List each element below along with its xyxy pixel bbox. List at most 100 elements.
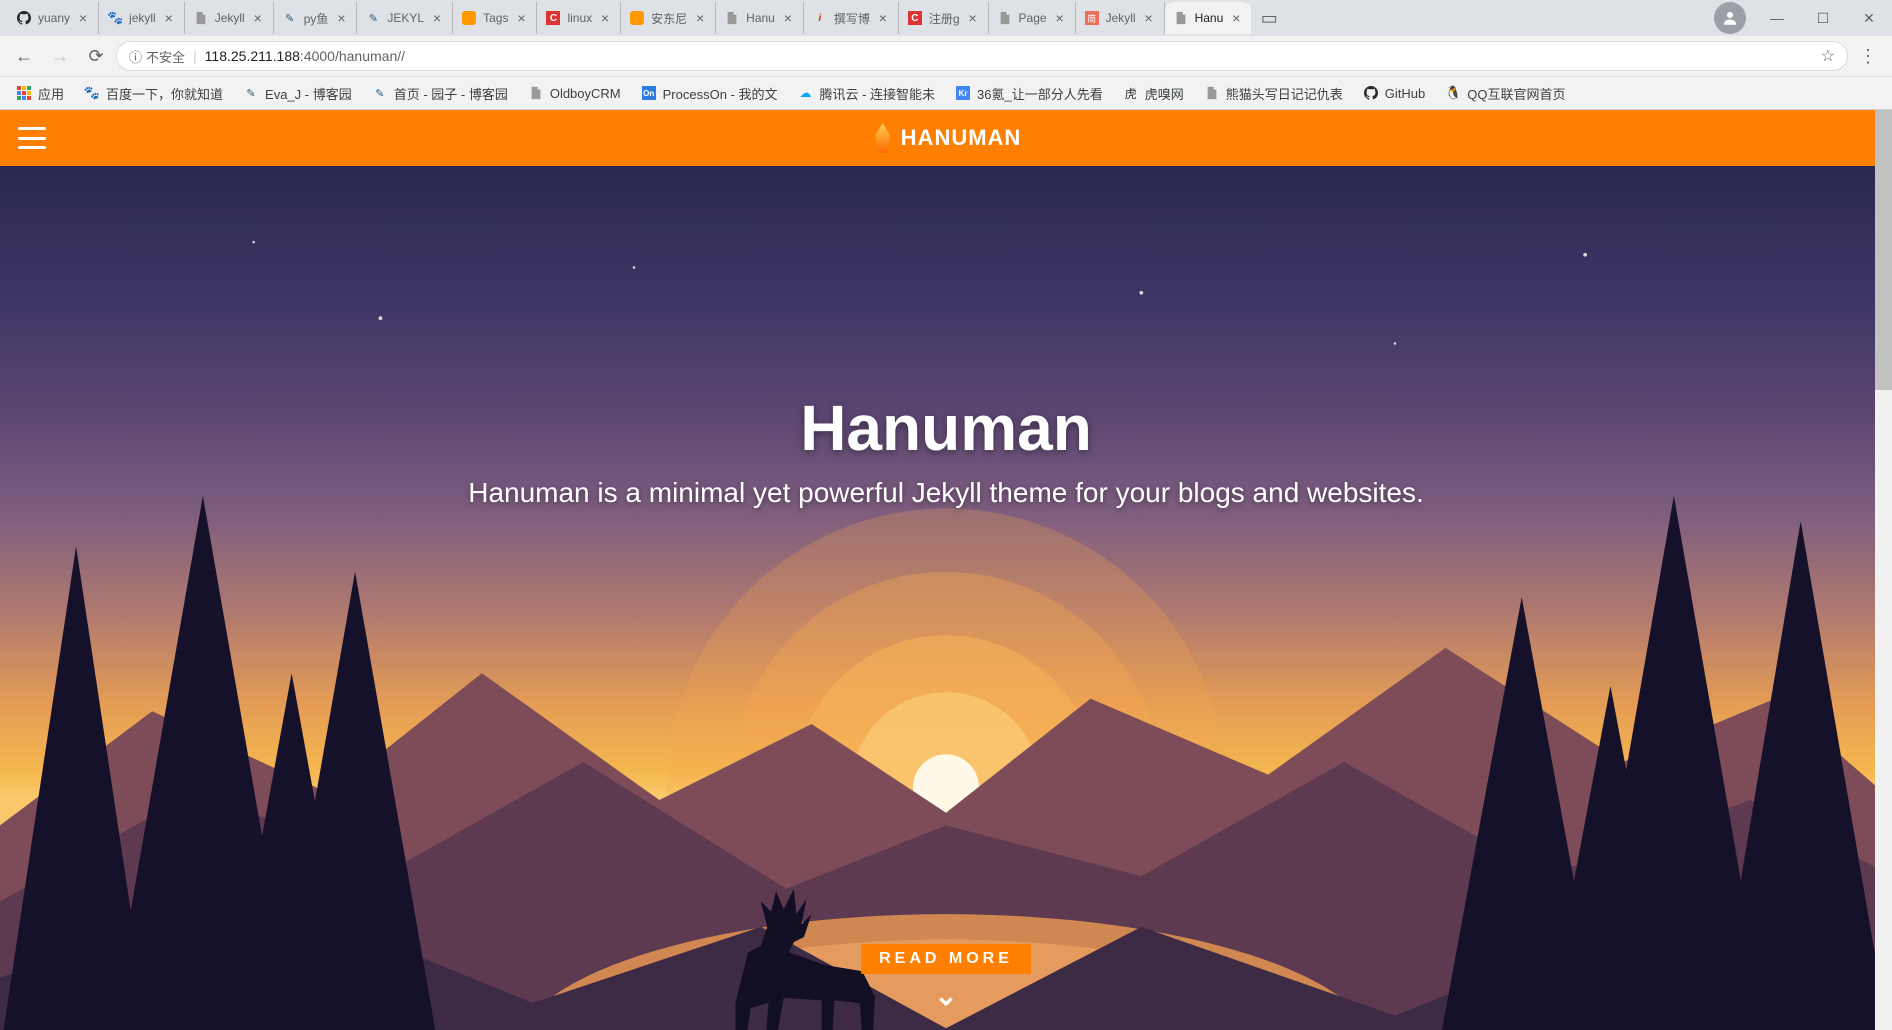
tab-close-icon[interactable]: × [334,11,348,25]
read-more-button[interactable]: READ MORE [861,944,1031,974]
bookmark-label: 首页 - 园子 - 博客园 [394,84,508,103]
reload-button[interactable]: ⟳ [80,40,112,72]
browser-tab[interactable]: Hanu × [1165,2,1252,34]
tab-close-icon[interactable]: × [781,11,795,25]
tab-favicon-icon: 简 [1084,10,1100,26]
bookmark-item[interactable]: ✎Eva_J - 博客园 [235,80,360,107]
tab-title: Tags [483,11,508,25]
tab-close-icon[interactable]: × [1229,11,1243,25]
tab-close-icon[interactable]: × [76,11,90,25]
hero-text: Hanuman Hanuman is a minimal yet powerfu… [0,391,1892,509]
bookmark-favicon-icon: ☁ [797,85,813,101]
tab-title: JEKYL [387,11,424,25]
bookmark-item[interactable]: OldboyCRM [520,81,629,105]
tab-close-icon[interactable]: × [430,11,444,25]
tab-favicon-icon: ✎ [282,10,298,26]
forward-button[interactable]: → [44,40,76,72]
tab-favicon-icon: C [545,10,561,26]
insecure-label: 不安全 [146,47,185,66]
bookmark-item[interactable]: OnProcessOn - 我的文 [633,80,786,107]
tab-title: 安东尼 [651,10,687,27]
address-bar[interactable]: ⓘ 不安全 | 118.25.211.188:4000/hanuman// ☆ [116,41,1848,71]
browser-tab[interactable]: 简 Jekyll × [1076,2,1165,34]
bookmarks-bar: 应用 🐾百度一下，你就知道✎Eva_J - 博客园 ✎ 首页 - 园子 - 博客园 Ol… [0,76,1892,110]
new-tab-button[interactable]: ▭ [1255,4,1283,32]
browser-tab[interactable]: ✎ py鱼 × [274,2,358,34]
bookmark-item[interactable]: ✎ 首页 - 园子 - 博客园 [364,80,516,107]
bookmark-label: ProcessOn - 我的文 [663,84,778,103]
tab-close-icon[interactable]: × [693,11,707,25]
browser-tab[interactable]: Tags × [453,2,537,34]
bookmark-item[interactable]: Kr36氪_让一部分人先看 [947,80,1111,107]
bookmark-label: 应用 [38,84,64,103]
back-button[interactable]: ← [8,40,40,72]
scrollbar-track[interactable] [1875,110,1892,1030]
tab-close-icon[interactable]: × [1142,11,1156,25]
tab-close-icon[interactable]: × [598,11,612,25]
bookmark-favicon-icon: ✎ [372,85,388,101]
tab-favicon-icon: i [812,10,828,26]
bookmark-label: 百度一下，你就知道 [106,84,223,103]
bookmark-label: Eva_J - 博客园 [265,84,352,103]
tab-close-icon[interactable]: × [162,11,176,25]
bookmark-item[interactable]: ☁腾讯云 - 连接智能未 [789,80,943,107]
tab-title: linux [567,11,592,25]
close-window-button[interactable]: ✕ [1846,2,1892,34]
bookmark-label: 熊猫头写日记记仇表 [1226,84,1343,103]
browser-tab[interactable]: C注册g× [899,2,989,34]
tab-title: Page [1019,11,1047,25]
tab-title: Jekyll [1106,11,1136,25]
browser-tab[interactable]: ✎JEKYL× [357,2,453,34]
scroll-down-chevron-icon[interactable]: ⌄ [934,979,957,1012]
tab-title: Jekyll [215,11,245,25]
browser-tab[interactable]: Page × [989,2,1076,34]
browser-tab[interactable]: Hanu× [716,2,804,34]
tab-favicon-icon [461,10,477,26]
tab-title: py鱼 [304,10,329,27]
bookmark-item[interactable]: 虎虎嗅网 [1115,80,1192,107]
page-viewport: HANUMAN [0,110,1892,1030]
bookmark-item[interactable]: 🐾百度一下，你就知道 [76,80,231,107]
bookmark-favicon-icon: 虎 [1123,85,1139,101]
tab-strip: yuany×🐾jekyll×Jekyll×✎py鱼×✎JEKYL×Tags×Cl… [0,0,1892,36]
scrollbar-thumb[interactable] [1875,110,1892,390]
bookmark-item[interactable]: 熊猫头写日记记仇表 [1196,80,1351,107]
maximize-button[interactable]: ☐ [1800,2,1846,34]
profile-avatar-icon[interactable] [1714,2,1746,34]
browser-tab[interactable]: yuany× [8,2,99,34]
tab-close-icon[interactable]: × [514,11,528,25]
bookmark-item[interactable]: 🐧 QQ互联官网首页 [1437,80,1573,107]
bookmark-item[interactable]: 应用 [8,80,72,107]
bookmark-item[interactable]: GitHub [1355,81,1433,105]
bookmark-label: QQ互联官网首页 [1467,84,1565,103]
tab-close-icon[interactable]: × [1053,11,1067,25]
menu-hamburger-icon[interactable] [18,127,46,149]
hero-background-illustration [0,166,1892,1030]
security-indicator[interactable]: ⓘ 不安全 [129,47,185,66]
brand-text: HANUMAN [901,125,1022,151]
bookmark-label: GitHub [1385,86,1425,101]
tab-close-icon[interactable]: × [966,11,980,25]
site-brand[interactable]: HANUMAN [871,123,1022,153]
browser-tab[interactable]: i撰写博× [804,2,899,34]
browser-tab[interactable]: Clinux × [537,2,621,34]
bookmark-star-icon[interactable]: ☆ [1821,46,1835,66]
browser-tab[interactable]: 安东尼 × [621,2,716,34]
tab-title: Hanu [1195,11,1224,25]
minimize-button[interactable]: ― [1754,2,1800,34]
window-controls: ― ☐ ✕ [1714,2,1892,34]
bookmark-favicon-icon [1204,85,1220,101]
tab-close-icon[interactable]: × [251,11,265,25]
bookmark-favicon-icon: 🐧 [1445,85,1461,101]
browser-tab[interactable]: Jekyll × [185,2,274,34]
tab-favicon-icon [997,10,1013,26]
browser-toolbar: ← → ⟳ ⓘ 不安全 | 118.25.211.188:4000/hanuma… [0,36,1892,76]
tab-favicon-icon [1173,10,1189,26]
tab-title: jekyll [129,11,156,25]
url-text: 118.25.211.188:4000/hanuman// [205,48,1813,64]
tab-close-icon[interactable]: × [876,11,890,25]
browser-tab[interactable]: 🐾jekyll× [99,2,185,34]
tab-favicon-icon [193,10,209,26]
browser-menu-button[interactable]: ⋮ [1852,46,1884,67]
tab-favicon-icon [724,10,740,26]
